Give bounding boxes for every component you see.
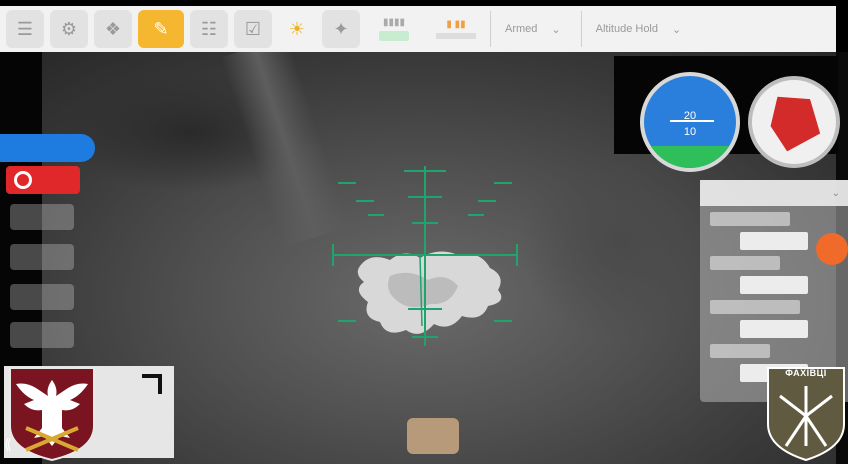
action-button-2[interactable]	[10, 244, 74, 270]
action-button-3[interactable]	[10, 284, 74, 310]
arm-mode-label: Armed	[505, 23, 538, 35]
battery-icon: ▮ ▮▮	[428, 10, 484, 48]
action-button-1[interactable]	[10, 204, 74, 230]
heading-map-icon	[755, 83, 833, 161]
crosshair-reticle	[328, 160, 522, 350]
pitch-mark-10: 10	[683, 126, 697, 138]
signal-icon: ▮▮▮▮	[366, 10, 422, 48]
reticle-mark	[338, 320, 356, 322]
reticle-mark	[356, 200, 374, 202]
menu-icon[interactable]: ☰	[6, 10, 44, 48]
reticle-mark	[494, 320, 512, 322]
mode-button[interactable]	[0, 134, 95, 162]
sun-icon[interactable]: ☀	[278, 10, 316, 48]
chevrons-icon: ⟪	[4, 436, 12, 452]
attitude-indicator: 20 10	[640, 72, 740, 172]
panel-label	[710, 344, 770, 358]
panel-value	[740, 320, 808, 338]
chevron-down-icon: ⌄	[831, 187, 840, 199]
vehicle-icon[interactable]: ❖	[94, 10, 132, 48]
expand-icon[interactable]	[142, 374, 162, 394]
flight-mode-select[interactable]: Altitude Hold ⌄	[580, 11, 696, 47]
checklist-icon[interactable]: ☑	[234, 10, 272, 48]
panel-label	[710, 212, 790, 226]
panel-header[interactable]: ⌄	[700, 180, 848, 206]
document-icon[interactable]: ☷	[190, 10, 228, 48]
plan-icon[interactable]: ✎	[138, 10, 184, 48]
reticle-right-tick	[516, 244, 518, 266]
reticle-mark	[468, 214, 484, 216]
drone-icon[interactable]: ✦	[322, 10, 360, 48]
reticle-mark	[338, 182, 356, 184]
reticle-mark	[478, 200, 496, 202]
reticle-mark	[408, 196, 442, 198]
reticle-mark	[494, 182, 512, 184]
eagle-shield-logo	[9, 367, 95, 462]
reticle-vertical	[424, 166, 426, 346]
camera-control-button[interactable]	[407, 418, 459, 454]
action-button-4[interactable]	[10, 322, 74, 348]
stop-icon	[14, 171, 32, 189]
reticle-top-tick	[404, 170, 446, 172]
chevron-down-icon: ⌄	[672, 23, 682, 36]
horizon-ground	[644, 145, 736, 168]
reticle-mark	[368, 214, 384, 216]
reticle-mark	[412, 336, 438, 338]
panel-value	[740, 276, 808, 294]
stop-button[interactable]	[6, 166, 80, 194]
reticle-mark	[412, 222, 438, 224]
unit-emblem-logo	[767, 367, 845, 462]
panel-label	[710, 256, 780, 270]
chevron-down-icon: ⌄	[551, 23, 561, 36]
reticle-left-tick	[332, 244, 334, 266]
record-button[interactable]	[816, 233, 848, 265]
panel-label	[710, 300, 800, 314]
compass-indicator	[748, 76, 840, 168]
top-toolbar: ☰ ⚙ ❖ ✎ ☷ ☑ ☀ ✦ ▮▮▮▮ ▮ ▮▮ Armed ⌄ Altitu…	[0, 6, 836, 52]
wings-icon	[670, 120, 714, 122]
reticle-mark	[408, 308, 442, 310]
terrain-patch	[520, 142, 720, 342]
gear-icon[interactable]: ⚙	[50, 10, 88, 48]
flight-mode-label: Altitude Hold	[595, 23, 658, 35]
emblem-label: ФАХІВЦІ	[785, 368, 827, 378]
arm-mode-select[interactable]: Armed ⌄	[490, 11, 575, 47]
panel-value	[740, 232, 808, 250]
